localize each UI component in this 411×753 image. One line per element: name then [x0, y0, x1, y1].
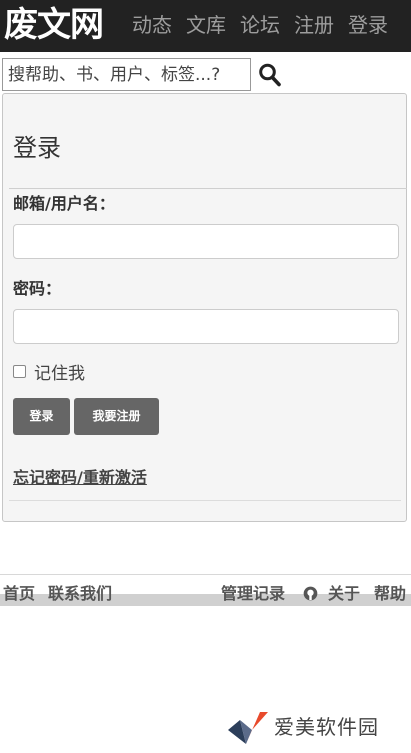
search-input[interactable]: [2, 58, 251, 91]
email-field[interactable]: [13, 224, 399, 259]
email-label: 邮箱/用户名：: [13, 194, 115, 213]
main-nav: 动态 文库 论坛 注册 登录: [132, 11, 388, 39]
nav-forum[interactable]: 论坛: [240, 11, 280, 39]
login-button[interactable]: 登录: [13, 398, 70, 435]
forgot-password-link[interactable]: 忘记密码/重新激活: [13, 467, 147, 489]
footer-help-link[interactable]: 帮助: [374, 582, 406, 606]
search-bar: [2, 58, 411, 91]
panel-bottom-divider: [9, 500, 401, 501]
footer: 首页 联系我们 管理记录 关于 帮助: [0, 582, 411, 606]
password-field[interactable]: [13, 309, 399, 344]
search-icon: [259, 63, 281, 87]
nav-library[interactable]: 文库: [186, 11, 226, 39]
footer-home-link[interactable]: 首页: [3, 582, 35, 606]
password-label: 密码：: [13, 279, 62, 298]
watermark-text: 爱美软件园: [274, 715, 379, 739]
footer-divider: [0, 574, 411, 575]
footer-about-link[interactable]: 关于: [328, 582, 360, 606]
panel-divider: [9, 188, 407, 189]
watermark-logo-icon: [228, 712, 268, 744]
register-button[interactable]: 我要注册: [74, 398, 159, 435]
github-icon[interactable]: [303, 586, 318, 601]
login-title: 登录: [13, 134, 61, 162]
nav-register[interactable]: 注册: [294, 11, 334, 39]
top-navbar: 废文网 动态 文库 论坛 注册 登录: [0, 0, 411, 52]
remember-me[interactable]: 记住我: [13, 362, 85, 386]
remember-label: 记住我: [34, 364, 85, 384]
remember-checkbox[interactable]: [13, 364, 26, 378]
nav-login[interactable]: 登录: [348, 11, 388, 39]
nav-feed[interactable]: 动态: [132, 11, 172, 39]
footer-contact-link[interactable]: 联系我们: [48, 582, 112, 606]
footer-admin-log-link[interactable]: 管理记录: [221, 582, 285, 606]
login-panel: 登录 邮箱/用户名： 密码： 记住我 登录 我要注册 忘记密码/重新激活: [2, 93, 407, 522]
site-logo[interactable]: 废文网: [4, 4, 104, 46]
search-button[interactable]: [258, 62, 282, 88]
